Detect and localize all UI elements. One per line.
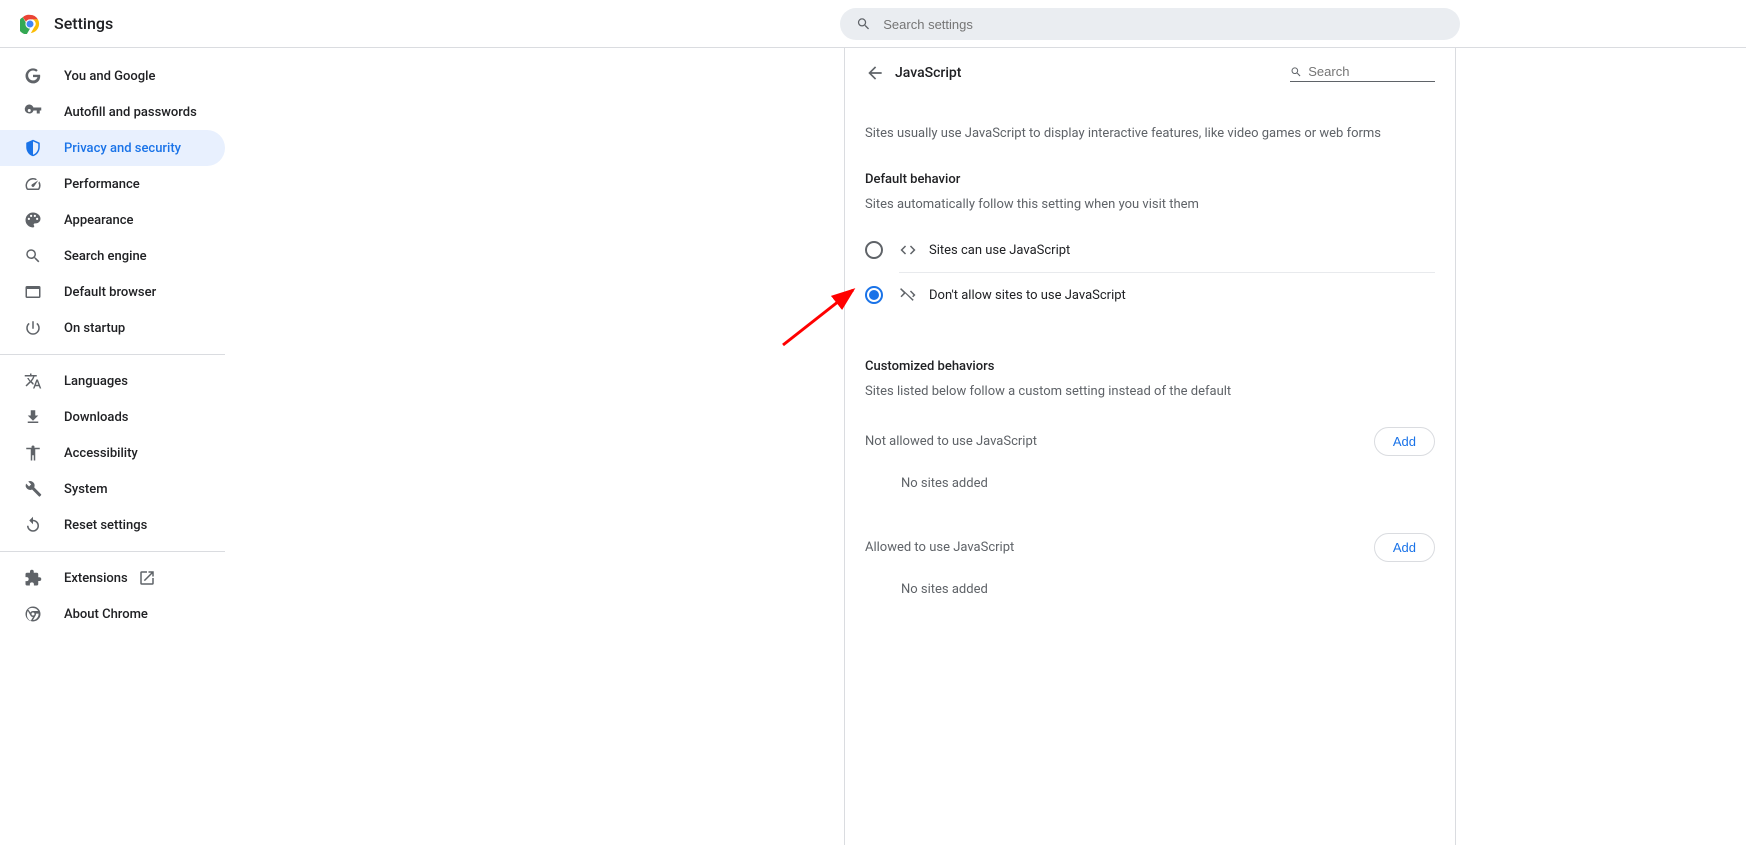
download-icon	[24, 408, 42, 426]
add-allowed-button[interactable]: Add	[1374, 533, 1435, 562]
sidebar-item-default-browser[interactable]: Default browser	[0, 274, 225, 310]
sidebar-item-label: Autofill and passwords	[64, 105, 197, 120]
search-icon	[1290, 65, 1302, 79]
sidebar-item-label: Performance	[64, 177, 140, 192]
search-settings-input[interactable]	[883, 17, 1444, 32]
accessibility-icon	[24, 444, 42, 462]
add-not-allowed-button[interactable]: Add	[1374, 427, 1435, 456]
panel-search[interactable]	[1290, 64, 1435, 82]
list-title: Allowed to use JavaScript	[865, 540, 1014, 555]
content-description: Sites usually use JavaScript to display …	[865, 124, 1435, 144]
reset-icon	[24, 516, 42, 534]
sidebar-item-you-and-google[interactable]: You and Google	[0, 58, 225, 94]
sidebar-item-about[interactable]: About Chrome	[0, 596, 225, 632]
radio-icon	[865, 286, 883, 304]
allowed-list-header: Allowed to use JavaScript Add	[865, 533, 1435, 562]
sidebar-item-on-startup[interactable]: On startup	[0, 310, 225, 346]
google-icon	[24, 67, 42, 85]
translate-icon	[24, 372, 42, 390]
sidebar-separator	[0, 551, 225, 552]
sidebar-item-languages[interactable]: Languages	[0, 363, 225, 399]
radio-label: Don't allow sites to use JavaScript	[929, 288, 1126, 303]
allowed-empty-message: No sites added	[901, 582, 1435, 597]
external-link-icon	[138, 569, 156, 587]
sidebar-separator	[0, 354, 225, 355]
browser-icon	[24, 283, 42, 301]
sidebar-item-label: Privacy and security	[64, 141, 181, 156]
code-off-icon	[899, 286, 917, 304]
sidebar-item-accessibility[interactable]: Accessibility	[0, 435, 225, 471]
sidebar-item-label: Default browser	[64, 285, 156, 300]
sidebar-item-label: Appearance	[64, 213, 133, 228]
sidebar-item-reset[interactable]: Reset settings	[0, 507, 225, 543]
code-icon	[899, 241, 917, 259]
not-allowed-empty-message: No sites added	[901, 476, 1435, 491]
content-panel: JavaScript Sites usually use JavaScript …	[844, 48, 1456, 845]
sidebar: You and Google Autofill and passwords Pr…	[0, 48, 225, 845]
search-icon	[856, 16, 871, 32]
customized-behaviors-description: Sites listed below follow a custom setti…	[865, 384, 1435, 399]
sidebar-item-downloads[interactable]: Downloads	[0, 399, 225, 435]
sidebar-item-extensions[interactable]: Extensions	[0, 560, 225, 596]
customized-behaviors-heading: Customized behaviors	[865, 359, 1435, 374]
chrome-logo-icon	[20, 14, 40, 34]
build-icon	[24, 480, 42, 498]
chrome-icon	[24, 605, 42, 623]
extension-icon	[24, 569, 42, 587]
sidebar-item-privacy[interactable]: Privacy and security	[0, 130, 225, 166]
radio-label: Sites can use JavaScript	[929, 243, 1070, 258]
sidebar-item-search-engine[interactable]: Search engine	[0, 238, 225, 274]
key-icon	[24, 103, 42, 121]
page-title: Settings	[54, 14, 113, 33]
sidebar-item-label: Languages	[64, 374, 128, 389]
sidebar-item-autofill[interactable]: Autofill and passwords	[0, 94, 225, 130]
sidebar-item-label: Downloads	[64, 410, 128, 425]
sidebar-item-system[interactable]: System	[0, 471, 225, 507]
shield-icon	[24, 139, 42, 157]
radio-icon	[865, 241, 883, 259]
default-behavior-heading: Default behavior	[865, 172, 1435, 187]
sidebar-item-label: You and Google	[64, 69, 155, 84]
search-icon	[24, 247, 42, 265]
palette-icon	[24, 211, 42, 229]
sidebar-item-label: About Chrome	[64, 607, 148, 622]
panel-header: JavaScript	[845, 48, 1455, 98]
search-settings-bar[interactable]	[840, 8, 1460, 40]
default-behavior-description: Sites automatically follow this setting …	[865, 197, 1435, 212]
panel-search-input[interactable]	[1308, 64, 1435, 79]
sidebar-item-performance[interactable]: Performance	[0, 166, 225, 202]
speed-icon	[24, 175, 42, 193]
header: Settings	[0, 0, 1746, 48]
not-allowed-list-header: Not allowed to use JavaScript Add	[865, 427, 1435, 456]
sidebar-item-label: System	[64, 482, 108, 497]
sidebar-item-appearance[interactable]: Appearance	[0, 202, 225, 238]
sidebar-item-label: Reset settings	[64, 518, 147, 533]
radio-option-allow-js[interactable]: Sites can use JavaScript	[865, 228, 1435, 272]
sidebar-item-label: On startup	[64, 321, 125, 336]
power-icon	[24, 319, 42, 337]
sidebar-item-label: Accessibility	[64, 446, 138, 461]
back-arrow-icon[interactable]	[865, 63, 885, 83]
panel-title: JavaScript	[895, 65, 961, 81]
sidebar-item-label: Search engine	[64, 249, 147, 264]
list-title: Not allowed to use JavaScript	[865, 434, 1037, 449]
radio-option-block-js[interactable]: Don't allow sites to use JavaScript	[865, 273, 1435, 317]
sidebar-item-label: Extensions	[64, 571, 128, 586]
